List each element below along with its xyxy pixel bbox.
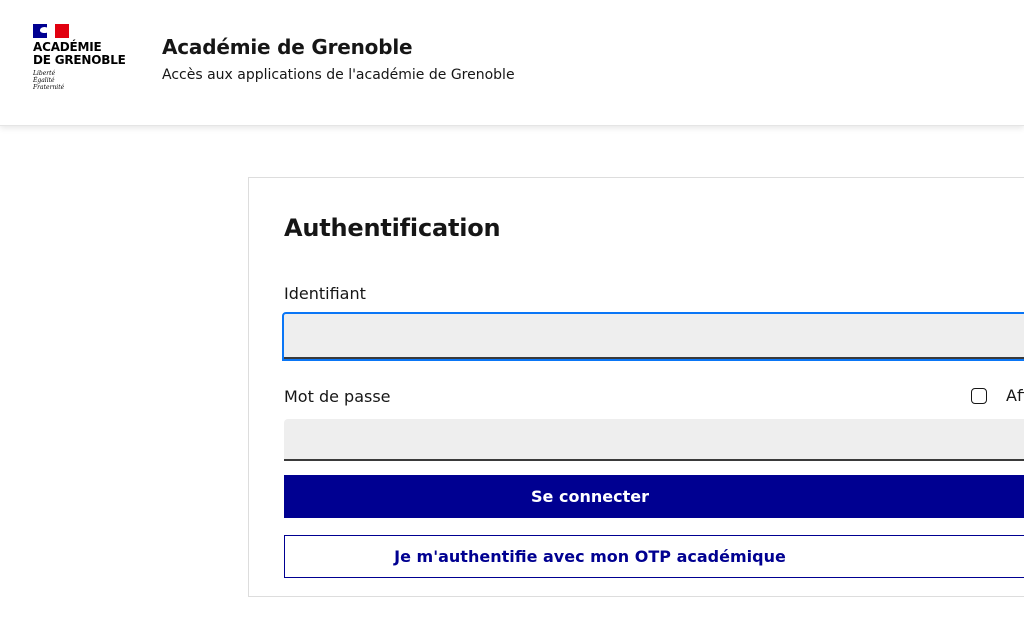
site-title[interactable]: Académie de Grenoble: [162, 35, 413, 59]
site-subtitle: Accès aux applications de l'académie de …: [162, 67, 515, 83]
logo-motto: Liberté Égalité Fraternité: [33, 70, 65, 91]
login-card: Authentification Identifiant Mot de pass…: [248, 177, 1024, 597]
username-input[interactable]: [282, 312, 1024, 361]
marianne-flag-icon: [33, 24, 70, 38]
username-label: Identifiant: [284, 284, 366, 303]
password-input[interactable]: [284, 419, 1024, 461]
login-button[interactable]: Se connecter: [284, 475, 1024, 518]
otp-login-button[interactable]: Je m'authentifie avec mon OTP académique: [284, 535, 1024, 578]
logo-text: ACADÉMIE DE GRENOBLE: [33, 40, 126, 67]
show-password-label[interactable]: Afficher: [1006, 386, 1024, 405]
site-header: ACADÉMIE DE GRENOBLE Liberté Égalité Fra…: [0, 0, 1024, 126]
page-title: Authentification: [284, 214, 501, 242]
academie-logo[interactable]: ACADÉMIE DE GRENOBLE Liberté Égalité Fra…: [33, 24, 143, 91]
password-label: Mot de passe: [284, 387, 391, 406]
show-password-checkbox[interactable]: [971, 387, 987, 404]
show-password-toggle[interactable]: Afficher: [971, 386, 1024, 405]
